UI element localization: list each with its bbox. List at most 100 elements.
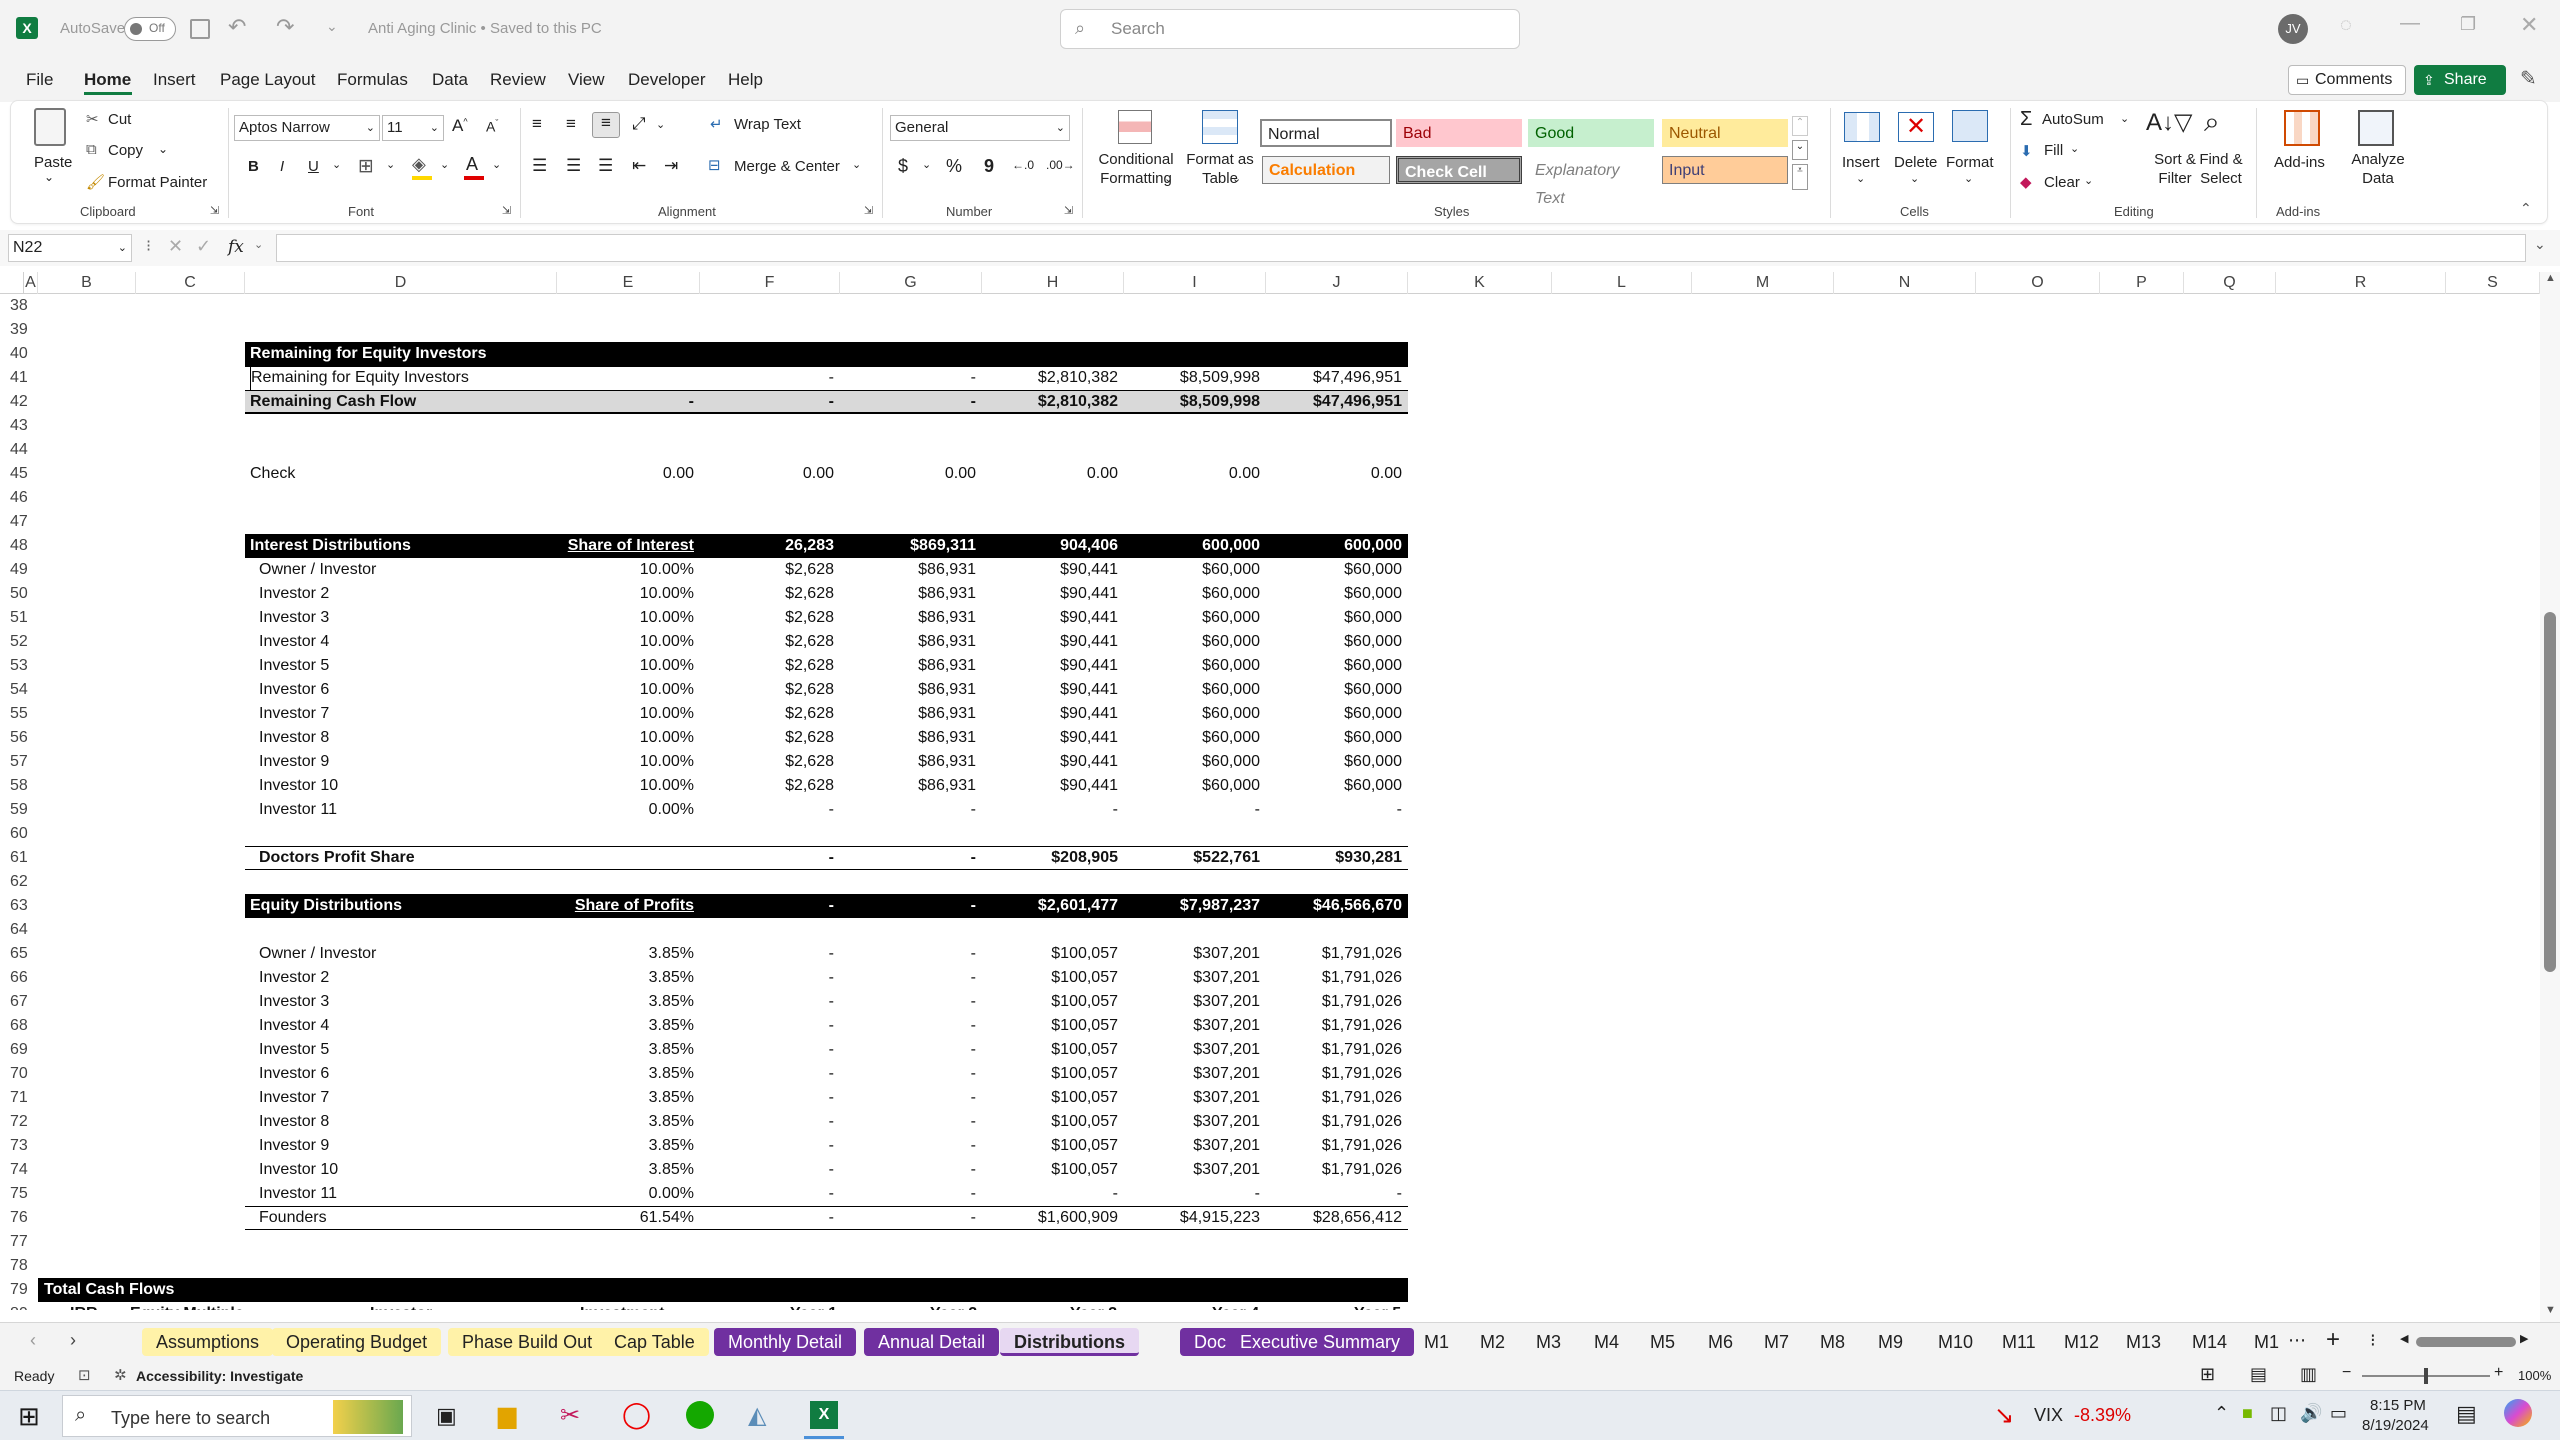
- search-box[interactable]: ⌕ Search: [1060, 9, 1520, 49]
- upwork-icon[interactable]: [686, 1401, 714, 1429]
- investor-name[interactable]: Investor 6: [259, 1062, 559, 1086]
- value-cell[interactable]: -: [842, 1086, 976, 1110]
- value-cell[interactable]: $307,201: [1126, 966, 1260, 990]
- percent-cell[interactable]: 3.85%: [557, 1062, 694, 1086]
- percent-cell[interactable]: 3.85%: [557, 966, 694, 990]
- row-header-69[interactable]: 69: [0, 1038, 38, 1062]
- row-header-41[interactable]: 41: [0, 366, 38, 390]
- value-cell[interactable]: $307,201: [1126, 990, 1260, 1014]
- section-header[interactable]: Total Cash Flows: [44, 1278, 444, 1302]
- investor-name[interactable]: Investor 8: [259, 726, 559, 750]
- menu-insert[interactable]: Insert: [153, 70, 196, 90]
- value-cell[interactable]: $100,057: [984, 1086, 1118, 1110]
- column-header-e[interactable]: E: [557, 272, 700, 294]
- column-header-r[interactable]: R: [2276, 272, 2446, 294]
- value-cell[interactable]: $90,441: [984, 606, 1118, 630]
- column-header-h[interactable]: H: [982, 272, 1124, 294]
- value-cell[interactable]: $100,057: [984, 1062, 1118, 1086]
- value-cell[interactable]: $100,057: [984, 1110, 1118, 1134]
- value-cell[interactable]: -: [984, 1182, 1118, 1206]
- menu-review[interactable]: Review: [490, 70, 546, 90]
- zoom-slider[interactable]: [2362, 1368, 2490, 1384]
- taskbar-search[interactable]: ⌕ Type here to search: [62, 1395, 412, 1437]
- value-cell[interactable]: $86,931: [842, 702, 976, 726]
- percent-cell[interactable]: 10.00%: [557, 726, 694, 750]
- row-header-64[interactable]: 64: [0, 918, 38, 942]
- increase-decimal-icon[interactable]: ←.0: [1012, 158, 1034, 172]
- row-header-59[interactable]: 59: [0, 798, 38, 822]
- value-cell[interactable]: $100,057: [984, 1038, 1118, 1062]
- row-header-49[interactable]: 49: [0, 558, 38, 582]
- value-cell[interactable]: $2,628: [700, 750, 834, 774]
- enter-icon[interactable]: ✓: [196, 236, 211, 257]
- value-cell[interactable]: 26,283: [700, 534, 834, 558]
- value-cell[interactable]: -: [700, 1206, 834, 1230]
- value-cell[interactable]: -: [842, 966, 976, 990]
- column-label[interactable]: Year 5: [1354, 1302, 1442, 1310]
- percent-cell[interactable]: 0.00%: [557, 1182, 694, 1206]
- font-color-icon[interactable]: A: [466, 154, 478, 175]
- style-input[interactable]: Input: [1662, 156, 1788, 184]
- row-header-77[interactable]: 77: [0, 1230, 38, 1254]
- paste-icon[interactable]: [34, 108, 66, 146]
- menu-view[interactable]: View: [568, 70, 605, 90]
- increase-indent-icon[interactable]: ⇥: [664, 156, 678, 176]
- opera-icon[interactable]: ◯: [622, 1399, 651, 1430]
- column-header-i[interactable]: I: [1124, 272, 1266, 294]
- column-header-n[interactable]: N: [1834, 272, 1976, 294]
- row-header-67[interactable]: 67: [0, 990, 38, 1014]
- percent-cell[interactable]: 10.00%: [557, 582, 694, 606]
- menu-file[interactable]: File: [26, 70, 53, 90]
- value-cell[interactable]: -: [700, 1014, 834, 1038]
- row-label[interactable]: Remaining Cash Flow: [250, 390, 550, 414]
- row-header-75[interactable]: 75: [0, 1182, 38, 1206]
- column-header-d[interactable]: D: [245, 272, 557, 294]
- value-cell[interactable]: -: [842, 1038, 976, 1062]
- value-cell[interactable]: $2,628: [700, 558, 834, 582]
- percent-cell[interactable]: 3.85%: [557, 942, 694, 966]
- styles-scroll-down[interactable]: ⌄: [1792, 140, 1808, 160]
- sheet-tab-m2[interactable]: M2: [1474, 1328, 1511, 1356]
- scroll-left-icon[interactable]: ◀: [2400, 1332, 2408, 1345]
- value-cell[interactable]: 0.00: [1126, 462, 1260, 486]
- customize-qat-icon[interactable]: ⌄: [326, 18, 338, 35]
- value-cell[interactable]: -: [842, 990, 976, 1014]
- value-cell[interactable]: $100,057: [984, 1134, 1118, 1158]
- investor-name[interactable]: Investor 5: [259, 1038, 559, 1062]
- value-cell[interactable]: $86,931: [842, 606, 976, 630]
- value-cell[interactable]: $1,791,026: [1268, 1158, 1402, 1182]
- investor-name[interactable]: Investor 7: [259, 1086, 559, 1110]
- lightbulb-icon[interactable]: ◌: [2340, 14, 2352, 37]
- value-cell[interactable]: $60,000: [1268, 678, 1402, 702]
- value-cell[interactable]: $90,441: [984, 750, 1118, 774]
- value-cell[interactable]: $2,601,477: [984, 894, 1118, 918]
- value-cell[interactable]: $60,000: [1268, 582, 1402, 606]
- italic-button[interactable]: I: [280, 158, 284, 175]
- bold-button[interactable]: B: [248, 158, 259, 175]
- tab-options-icon[interactable]: ⁝: [2370, 1330, 2376, 1351]
- merge-dropdown-icon[interactable]: ⌄: [852, 158, 861, 171]
- fill-color-icon[interactable]: ◈: [412, 154, 426, 175]
- value-cell[interactable]: $90,441: [984, 582, 1118, 606]
- value-cell[interactable]: $90,441: [984, 558, 1118, 582]
- decrease-font-icon[interactable]: Aˇ: [486, 118, 498, 135]
- value-cell[interactable]: $86,931: [842, 630, 976, 654]
- row-header-66[interactable]: 66: [0, 966, 38, 990]
- value-cell[interactable]: $46,566,670: [1268, 894, 1402, 918]
- row-label[interactable]: Remaining for Equity Investors: [250, 366, 550, 390]
- decrease-indent-icon[interactable]: ⇤: [632, 156, 646, 176]
- redo-icon[interactable]: ↷: [276, 14, 294, 40]
- align-center-icon[interactable]: ☰: [566, 156, 581, 176]
- horizontal-scrollbar[interactable]: ◀ ▶: [2400, 1332, 2530, 1350]
- investor-name[interactable]: Investor 6: [259, 678, 559, 702]
- row-header-68[interactable]: 68: [0, 1014, 38, 1038]
- select-all-corner[interactable]: [0, 272, 24, 294]
- value-cell[interactable]: $47,496,951: [1268, 366, 1402, 390]
- value-cell[interactable]: 0.00: [700, 462, 834, 486]
- prev-sheet-icon[interactable]: ‹: [30, 1330, 36, 1351]
- row-header-74[interactable]: 74: [0, 1158, 38, 1182]
- value-cell[interactable]: $60,000: [1126, 774, 1260, 798]
- menu-developer[interactable]: Developer: [628, 70, 706, 90]
- taskbar-time[interactable]: 8:15 PM: [2370, 1397, 2426, 1414]
- column-label[interactable]: Year 2: [930, 1302, 1018, 1310]
